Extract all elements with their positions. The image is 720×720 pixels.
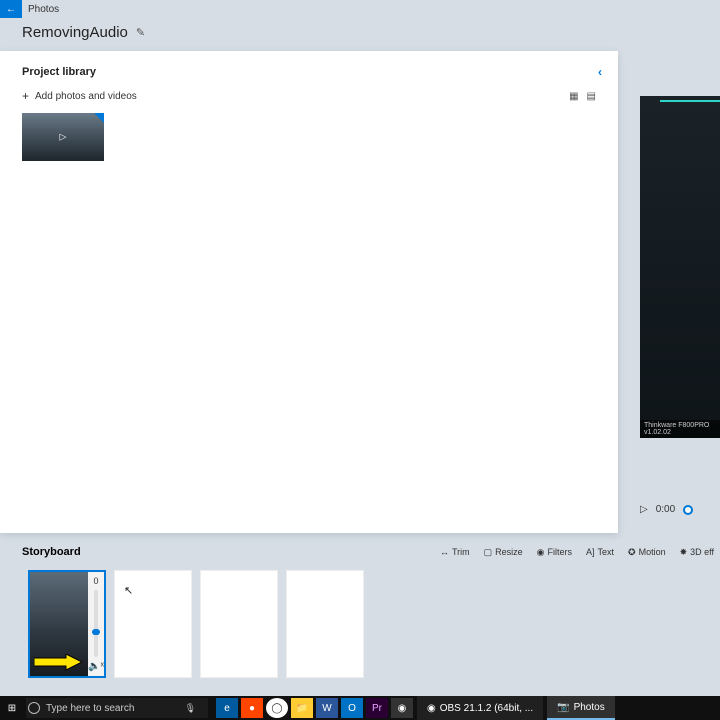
motion-button[interactable]: ✪ Motion <box>628 547 666 558</box>
obs-icon[interactable]: ◉ <box>391 698 413 718</box>
seek-handle[interactable] <box>683 505 693 515</box>
filters-button[interactable]: ◉ Filters <box>537 547 572 558</box>
outlook-icon[interactable]: O <box>341 698 363 718</box>
add-media-button[interactable]: + Add photos and videos ▦ ▤ <box>0 83 618 109</box>
play-button[interactable]: ▷ <box>640 504 648 515</box>
plus-icon: + <box>22 89 29 103</box>
3d-effects-button[interactable]: ✸ 3D eff <box>680 547 714 558</box>
mouse-cursor-icon: ↖ <box>124 584 133 597</box>
app-name: Photos <box>28 4 59 15</box>
add-media-label: Add photos and videos <box>35 91 137 102</box>
project-title: RemovingAudio <box>22 24 128 41</box>
preview-watermark: Thinkware F800PRO v1.02.02 <box>640 420 720 438</box>
storyboard-title: Storyboard <box>22 546 81 558</box>
volume-value: 0 <box>93 576 98 586</box>
obs-mini-icon: ◉ <box>427 703 436 714</box>
start-button[interactable]: ⊞ <box>0 703 24 714</box>
storyboard-empty-slot[interactable] <box>286 570 364 678</box>
premiere-icon[interactable]: Pr <box>366 698 388 718</box>
library-thumbnail[interactable]: ▷ <box>22 113 104 161</box>
taskbar-app-obs[interactable]: ◉ OBS 21.1.2 (64bit, ... <box>417 696 543 720</box>
project-library-panel: Project library ‹ + Add photos and video… <box>0 51 618 533</box>
text-button[interactable]: A] Text <box>586 547 614 558</box>
grid-view-icon[interactable]: ▦ <box>569 91 578 102</box>
titlebar: ← Photos <box>0 0 720 18</box>
explorer-icon[interactable]: 📁 <box>291 698 313 718</box>
chrome-icon[interactable]: ◯ <box>266 698 288 718</box>
word-icon[interactable]: W <box>316 698 338 718</box>
volume-track[interactable] <box>94 590 98 657</box>
mic-icon[interactable]: 🎙 <box>179 703 202 714</box>
play-overlay-icon: ▷ <box>60 132 67 143</box>
resize-button[interactable]: ▢ Resize <box>484 547 523 558</box>
edge-icon[interactable]: e <box>216 698 238 718</box>
search-placeholder: Type here to search <box>46 703 134 714</box>
storyboard-tools: ↔ Trim ▢ Resize ◉ Filters A] Text ✪ Moti… <box>440 547 720 558</box>
taskbar: ⊞ Type here to search 🎙 e ● ◯ 📁 W O Pr ◉… <box>0 696 720 720</box>
storyboard-empty-slot[interactable] <box>200 570 278 678</box>
mute-icon[interactable]: 🔈ˣ <box>88 661 104 672</box>
clip-thumbnail <box>30 572 88 676</box>
library-header: Project library ‹ <box>0 51 618 83</box>
taskbar-search[interactable]: Type here to search 🎙 <box>26 698 208 718</box>
taskbar-pinned: e ● ◯ 📁 W O Pr ◉ <box>216 698 413 718</box>
storyboard-clip[interactable]: 0 🔈ˣ <box>28 570 106 678</box>
video-preview[interactable]: Thinkware F800PRO v1.02.02 <box>640 96 720 438</box>
list-view-icon[interactable]: ▤ <box>587 91 596 102</box>
cortana-icon <box>28 702 40 714</box>
back-button[interactable]: ← <box>0 0 22 18</box>
playback-time: 0:00 <box>656 504 675 515</box>
edit-title-icon[interactable]: ✎ <box>136 26 145 39</box>
taskbar-app-photos[interactable]: 📷 Photos <box>547 696 615 720</box>
trim-button[interactable]: ↔ Trim <box>440 547 470 558</box>
volume-slider[interactable]: 0 🔈ˣ <box>88 572 104 676</box>
photos-mini-icon: 📷 <box>557 702 569 713</box>
annotation-arrow-icon <box>34 654 82 670</box>
storyboard-header: Storyboard ↔ Trim ▢ Resize ◉ Filters A] … <box>22 546 720 558</box>
storyboard-row: 0 🔈ˣ <box>28 570 364 678</box>
reddit-icon[interactable]: ● <box>241 698 263 718</box>
playback-controls: ▷ 0:00 <box>640 504 720 515</box>
project-header: RemovingAudio ✎ <box>0 18 720 51</box>
library-title: Project library <box>22 66 96 78</box>
collapse-library-icon[interactable]: ‹ <box>598 65 602 79</box>
